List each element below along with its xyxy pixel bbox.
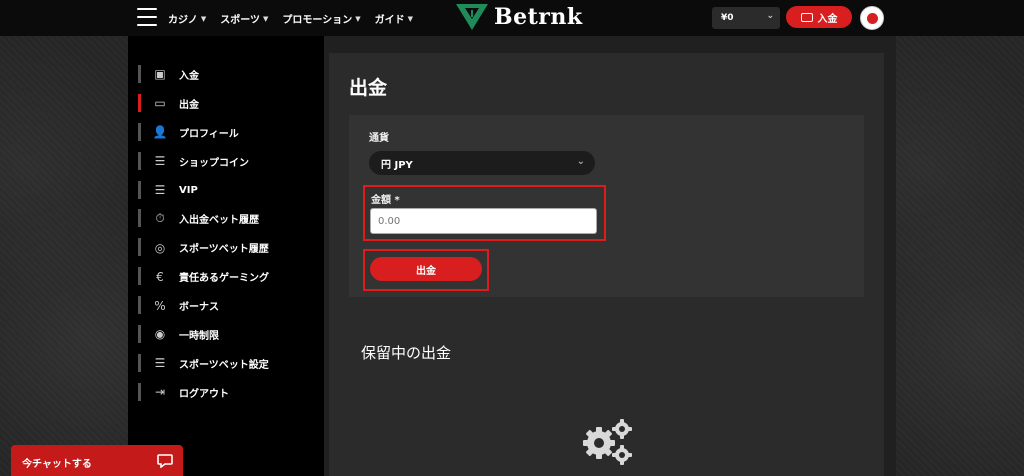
eye-icon: ◉ bbox=[154, 327, 166, 342]
withdraw-panel: 出金 通貨 円 JPY ⌄ 金額 * 出金 保留中の出金 bbox=[329, 53, 884, 476]
sidebar-item-label: ログアウト bbox=[179, 388, 229, 400]
nav-item-guide[interactable]: ガイド ▼ bbox=[374, 11, 413, 27]
user-icon: 👤 bbox=[152, 125, 168, 140]
ball-icon: ◎ bbox=[154, 240, 166, 255]
sidebar-item-transaction-history[interactable]: ⏱ 入出金ベット履歴 bbox=[138, 204, 269, 233]
top-header: カジノ ▼ スポーツ ▼ プロモーション ▼ ガイド ▼ Betrnk ¥0 ⌄… bbox=[0, 0, 1024, 36]
japan-flag-icon[interactable] bbox=[860, 6, 884, 30]
sliders-icon: ☰ bbox=[154, 183, 166, 197]
deposit-button[interactable]: 入金 bbox=[786, 6, 852, 28]
caret-down-icon: ▼ bbox=[407, 14, 413, 23]
sidebar-item-label: 一時制限 bbox=[179, 330, 219, 342]
withdraw-submit-label: 出金 bbox=[416, 265, 436, 277]
nav-item-label: スポーツ bbox=[220, 15, 261, 26]
gears-loading-icon bbox=[583, 419, 632, 465]
nav-item-sports[interactable]: スポーツ ▼ bbox=[220, 11, 269, 27]
sidebar-item-deposit[interactable]: ▣ 入金 bbox=[138, 60, 269, 89]
deposit-button-label: 入金 bbox=[817, 13, 838, 25]
caret-down-icon: ▼ bbox=[263, 14, 269, 23]
sidebar-item-responsible-gaming[interactable]: € 責任あるゲーミング bbox=[138, 262, 269, 291]
amount-label: 金額 * bbox=[371, 195, 400, 206]
sliders-icon: ☰ bbox=[154, 154, 166, 169]
nav-item-label: プロモーション bbox=[282, 15, 353, 26]
currency-select[interactable]: 円 JPY ⌄ bbox=[369, 151, 595, 175]
amount-input[interactable] bbox=[370, 208, 597, 234]
sidebar-item-label: ボーナス bbox=[179, 302, 219, 314]
sidebar-item-label: 入出金ベット履歴 bbox=[179, 215, 259, 227]
sidebar-item-label: スポーツベット履歴 bbox=[179, 244, 269, 256]
sidebar-item-vip[interactable]: ☰ VIP bbox=[138, 176, 269, 205]
sidebar-item-shop-coin[interactable]: ☰ ショップコイン bbox=[138, 147, 269, 176]
site-logo[interactable]: Betrnk bbox=[456, 4, 583, 30]
percent-icon: % bbox=[154, 298, 166, 313]
background-texture-left bbox=[0, 36, 128, 476]
sidebar-item-label: ショップコイン bbox=[179, 157, 249, 169]
main-nav: カジノ ▼ スポーツ ▼ プロモーション ▼ ガイド ▼ bbox=[168, 11, 413, 27]
wallet-icon bbox=[800, 12, 813, 22]
history-icon: ⏱ bbox=[155, 211, 165, 226]
sidebar-item-label: 責任あるゲーミング bbox=[179, 273, 269, 285]
withdraw-submit-button[interactable]: 出金 bbox=[370, 257, 482, 281]
balance-value: ¥0 bbox=[721, 13, 734, 23]
sidebar-item-logout[interactable]: ⇥ ログアウト bbox=[138, 378, 269, 407]
pending-withdrawals-title: 保留中の出金 bbox=[361, 344, 452, 362]
currency-label: 通貨 bbox=[369, 133, 389, 144]
sidebar-item-label: VIP bbox=[179, 184, 198, 196]
chevron-down-icon: ⌄ bbox=[576, 156, 585, 167]
sidebar-item-sports-bet-settings[interactable]: ☰ スポーツベット設定 bbox=[138, 349, 269, 378]
nav-item-promotions[interactable]: プロモーション ▼ bbox=[282, 11, 361, 27]
tree-logo-icon bbox=[456, 4, 488, 30]
withdraw-form: 通貨 円 JPY ⌄ 金額 * 出金 bbox=[349, 115, 864, 297]
balance-dropdown[interactable]: ¥0 ⌄ bbox=[712, 7, 780, 29]
nav-item-label: ガイド bbox=[374, 15, 405, 26]
nav-item-casino[interactable]: カジノ ▼ bbox=[168, 11, 207, 27]
page-title: 出金 bbox=[349, 77, 388, 99]
cash-icon: ▣ bbox=[154, 67, 166, 82]
currency-value: 円 JPY bbox=[381, 159, 413, 171]
background-texture-right bbox=[896, 36, 1024, 476]
account-sidebar: ▣ 入金 ▭ 出金 👤 プロフィール ☰ ショップコイン ☰ VIP ⏱ 入出金… bbox=[128, 36, 324, 476]
sidebar-item-label: プロフィール bbox=[179, 128, 239, 140]
chat-bubble-icon bbox=[157, 454, 173, 468]
euro-icon: € bbox=[156, 269, 164, 284]
sidebar-menu: ▣ 入金 ▭ 出金 👤 プロフィール ☰ ショップコイン ☰ VIP ⏱ 入出金… bbox=[138, 60, 269, 407]
sidebar-item-bonus[interactable]: % ボーナス bbox=[138, 291, 269, 320]
submit-highlight-box: 出金 bbox=[363, 249, 489, 291]
atm-icon: ▭ bbox=[154, 96, 166, 111]
sliders-icon: ☰ bbox=[154, 356, 166, 371]
live-chat-button[interactable]: 今チャットする bbox=[11, 445, 183, 476]
chat-label: 今チャットする bbox=[22, 458, 92, 470]
sidebar-item-withdraw[interactable]: ▭ 出金 bbox=[138, 89, 269, 118]
sidebar-item-label: 出金 bbox=[179, 99, 199, 111]
sidebar-item-profile[interactable]: 👤 プロフィール bbox=[138, 118, 269, 147]
sidebar-item-label: 入金 bbox=[179, 70, 199, 82]
logo-text: Betrnk bbox=[494, 4, 583, 30]
logout-icon: ⇥ bbox=[154, 385, 166, 400]
caret-down-icon: ▼ bbox=[200, 14, 207, 23]
sidebar-item-sports-bet-history[interactable]: ◎ スポーツベット履歴 bbox=[138, 233, 269, 262]
amount-highlight-box: 金額 * bbox=[363, 185, 606, 241]
nav-item-label: カジノ bbox=[168, 15, 198, 26]
sidebar-item-temporary-limit[interactable]: ◉ 一時制限 bbox=[138, 320, 269, 349]
chevron-down-icon: ⌄ bbox=[766, 11, 774, 21]
hamburger-menu-icon[interactable] bbox=[137, 8, 157, 26]
sidebar-item-label: スポーツベット設定 bbox=[179, 359, 269, 371]
caret-down-icon: ▼ bbox=[355, 14, 361, 23]
